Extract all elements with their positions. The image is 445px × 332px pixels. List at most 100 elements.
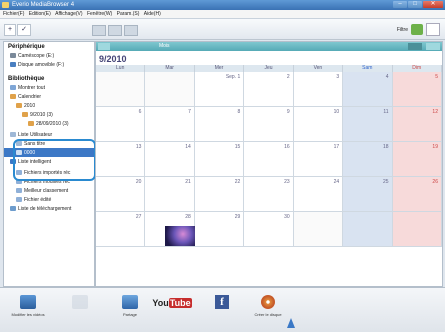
share-icon	[122, 295, 138, 309]
calendar-day-cell[interactable]: 22	[194, 177, 245, 212]
day-number: 3	[336, 74, 340, 80]
youtube-button[interactable]: YouTube	[152, 292, 192, 328]
menu-edition[interactable]: Edition(E)	[29, 11, 51, 17]
calendar-day-cell[interactable]: 19	[392, 142, 442, 177]
edit-video-button[interactable]: Modifier les vidéos	[8, 292, 48, 328]
bottom-bar: Modifier les vidéos Partage YouTube f Cr…	[0, 287, 445, 332]
library-edited[interactable]: Fichier édité	[4, 195, 94, 204]
calendar-day-cell[interactable]: 11	[343, 107, 393, 142]
calendar-icon	[28, 121, 34, 126]
library-day[interactable]: 28/09/2010 (3)	[4, 119, 94, 128]
calendar-day-cell[interactable]: 28	[145, 212, 196, 247]
next-button[interactable]	[426, 43, 440, 50]
device-label: Disque amovible (F:)	[18, 61, 65, 68]
menu-fichier[interactable]: Fichier(F)	[3, 11, 24, 17]
device-label: Caméscope (E:)	[18, 52, 55, 59]
library-calendar[interactable]: Calendrier	[4, 92, 94, 101]
add-button[interactable]: +	[4, 24, 16, 36]
share-button[interactable]: Partage	[110, 292, 150, 328]
device-removable[interactable]: Disque amovible (F:)	[4, 60, 94, 69]
calendar-day-cell[interactable]	[96, 72, 146, 107]
create-disc-button[interactable]: Créer le disque	[248, 292, 288, 328]
calendar-day-cell[interactable]: 12	[392, 107, 442, 142]
calendar-day-cell[interactable]: 17	[293, 142, 344, 177]
calendar-day-cell[interactable]: 30	[244, 212, 294, 247]
filter-icon[interactable]	[411, 24, 423, 35]
help-icon[interactable]	[426, 23, 440, 36]
toolbar: + ✓ Filtre	[0, 19, 445, 40]
calendar-day-cell[interactable]: 26	[392, 177, 442, 212]
library-best-rated[interactable]: Meilleur classement	[4, 186, 94, 195]
calendar-day-cell[interactable]: 4	[343, 72, 393, 107]
menu-param[interactable]: Param.(S)	[117, 11, 140, 17]
library-user-list[interactable]: Liste Utilisateur	[4, 130, 94, 139]
calendar-day-cell[interactable]: 24	[293, 177, 344, 212]
view-list-button[interactable]	[92, 25, 106, 36]
calendar-day-cell[interactable]	[392, 212, 442, 247]
calendar-day-cell[interactable]: 5	[392, 72, 442, 107]
calendar-day-cell[interactable]: 6	[96, 107, 146, 142]
library-label: Fichier édité	[24, 196, 52, 203]
month-view-button[interactable]	[408, 43, 422, 50]
calendar-day-cell[interactable]: 16	[244, 142, 294, 177]
day-number: 30	[284, 214, 290, 220]
calendar-icon	[16, 103, 22, 108]
maximize-button[interactable]: □	[408, 1, 422, 8]
menu-affichage[interactable]: Affichage(V)	[55, 11, 82, 17]
calendar-day-cell[interactable]: Sep. 1	[194, 72, 245, 107]
calendar-day-cell[interactable]: 2	[244, 72, 294, 107]
calendar-day-cell[interactable]	[343, 212, 393, 247]
calendar-day-cell[interactable]: 9	[244, 107, 294, 142]
calendar-day-cell[interactable]: 10	[293, 107, 344, 142]
calendar-day-cell[interactable]: 20	[96, 177, 146, 212]
calendar-day-cell[interactable]: 23	[244, 177, 294, 212]
edit-button[interactable]: ✓	[17, 24, 31, 36]
calendar-day-cell[interactable]: 27	[96, 212, 146, 247]
library-year[interactable]: 2010	[4, 101, 94, 110]
file-icon	[16, 197, 22, 202]
media-thumbnail[interactable]	[165, 226, 196, 246]
calendar-day-cell[interactable]: 7	[145, 107, 195, 142]
library-label: Montrer tout	[18, 84, 45, 91]
calendar-day-cell[interactable]: 3	[293, 72, 344, 107]
view-calendar-button[interactable]	[124, 25, 138, 36]
facebook-icon: f	[215, 295, 229, 309]
disc-disabled-icon	[72, 295, 88, 309]
pointer-cursor	[287, 318, 295, 328]
view-switcher	[92, 25, 138, 36]
calendar-day-cell[interactable]: 18	[343, 142, 393, 177]
view-thumbnail-button[interactable]	[108, 25, 122, 36]
menu-aide[interactable]: Aide(H)	[144, 11, 161, 17]
day-number: 5	[435, 74, 438, 80]
day-number: 8	[237, 109, 241, 115]
calendar-day-cell[interactable]: 13	[96, 142, 146, 177]
library-label: Liste de téléchargement	[18, 205, 72, 212]
calendar-day-cell[interactable]: 21	[145, 177, 195, 212]
peripherique-title: Périphérique	[8, 44, 45, 50]
calendar-day-cell[interactable]	[293, 212, 344, 247]
calendar-day-cell[interactable]	[145, 72, 195, 107]
calendar-day-cell[interactable]: 15	[194, 142, 245, 177]
day-number: 17	[333, 144, 340, 150]
library-show-all[interactable]: Montrer tout	[4, 83, 94, 92]
highlight-callout	[13, 139, 96, 181]
button-label: Modifier les vidéos	[11, 312, 45, 317]
button-label: Partage	[122, 312, 137, 317]
library-download-list[interactable]: Liste de téléchargement	[4, 204, 94, 213]
calendar-header: Mois	[96, 42, 442, 51]
calendar-icon	[10, 94, 16, 99]
device-camcorder[interactable]: Caméscope (E:)	[4, 51, 94, 60]
facebook-button[interactable]: f	[202, 292, 242, 328]
menu-fenetre[interactable]: Fenêtre(W)	[87, 11, 112, 17]
calendar-day-cell[interactable]: 25	[343, 177, 393, 212]
minimize-button[interactable]: –	[393, 1, 407, 8]
calendar-day-cell[interactable]: 8	[194, 107, 245, 142]
calendar-day-cell[interactable]: 29	[194, 212, 245, 247]
disc-disabled-button[interactable]	[60, 292, 100, 328]
library-month[interactable]: 9/2010 (3)	[4, 110, 94, 119]
close-button[interactable]: ✕	[423, 1, 443, 8]
calendar-day-cell[interactable]: 14	[145, 142, 195, 177]
day-number: 4	[385, 74, 389, 80]
prev-button[interactable]	[98, 43, 110, 50]
day-number: 2	[286, 74, 290, 80]
